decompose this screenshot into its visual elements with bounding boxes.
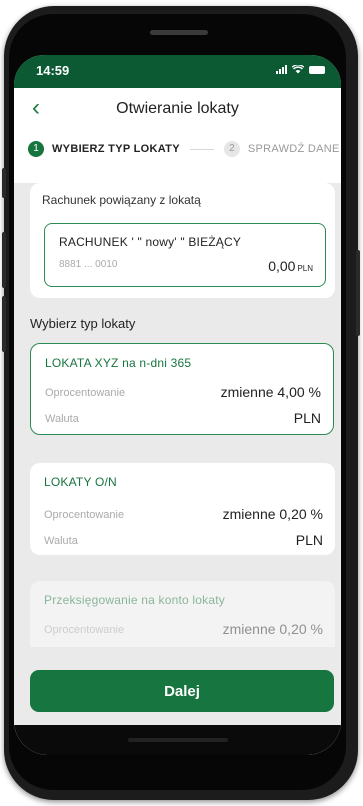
next-button[interactable]: Dalej <box>30 670 334 712</box>
deposit-type-heading: Wybierz typ lokaty <box>30 316 136 331</box>
currency-label: Waluta <box>45 413 79 425</box>
currency-label: Waluta <box>44 535 78 547</box>
status-icons <box>276 65 325 74</box>
account-balance: 0,00 PLN <box>268 258 313 274</box>
currency-value: PLN <box>295 532 323 548</box>
account-selector[interactable]: RACHUNEK ' " nowy' " BIEŻĄCY 8881 ... 00… <box>44 223 326 287</box>
rate-label: Oprocentowanie <box>44 509 125 521</box>
rate-value: zmienne 0,20 % <box>222 621 323 637</box>
rate-label: Oprocentowanie <box>44 624 125 636</box>
currency-value: PLN <box>293 410 321 426</box>
status-time: 14:59 <box>36 63 70 78</box>
volume-down-button <box>2 296 6 352</box>
page-title: Otwieranie lokaty <box>116 100 239 117</box>
app-screen: 14:59 ‹ Otwieranie lokaty 1 WYBIERZ TYP … <box>14 55 341 755</box>
signal-icon <box>276 65 287 74</box>
balance-currency: PLN <box>297 264 313 273</box>
home-indicator[interactable] <box>128 738 228 742</box>
deposit-name: LOKATA XYZ na n-dni 365 <box>45 356 192 370</box>
step-2-number: 2 <box>223 141 240 157</box>
rate-value: zmienne 4,00 % <box>220 384 321 400</box>
volume-up-button <box>2 232 6 288</box>
battery-icon <box>309 65 325 74</box>
account-number: 8881 ... 0010 <box>59 259 118 270</box>
step-indicator: 1 WYBIERZ TYP LOKATY 2 SPRAWDŹ DANE L <box>28 140 341 158</box>
step-1-label: WYBIERZ TYP LOKATY <box>52 143 180 155</box>
deposit-name: LOKATY O/N <box>44 475 117 489</box>
step-connector <box>189 148 214 150</box>
deposit-option-on[interactable]: LOKATY O/N Oprocentowanie zmienne 0,20 %… <box>30 463 335 555</box>
status-bar: 14:59 <box>14 55 341 88</box>
rate-label: Oprocentowanie <box>45 387 126 399</box>
step-2-label: SPRAWDŹ DANE L <box>247 143 341 155</box>
wifi-icon <box>292 65 304 74</box>
mute-switch <box>2 168 6 198</box>
deposit-name: Przeksięgowanie na konto lokaty <box>44 593 225 607</box>
step-1-number: 1 <box>28 141 44 157</box>
earpiece-speaker <box>150 30 208 35</box>
account-name: RACHUNEK ' " nowy' " BIEŻĄCY <box>59 235 242 249</box>
app-header: ‹ Otwieranie lokaty 1 WYBIERZ TYP LOKATY… <box>14 88 341 183</box>
power-button <box>356 250 360 336</box>
balance-amount: 0,00 <box>268 258 296 274</box>
rate-value: zmienne 0,20 % <box>222 506 323 522</box>
linked-account-label: Rachunek powiązany z lokatą <box>42 193 201 207</box>
deposit-option-xyz-365[interactable]: LOKATA XYZ na n-dni 365 Oprocentowanie z… <box>30 343 334 435</box>
